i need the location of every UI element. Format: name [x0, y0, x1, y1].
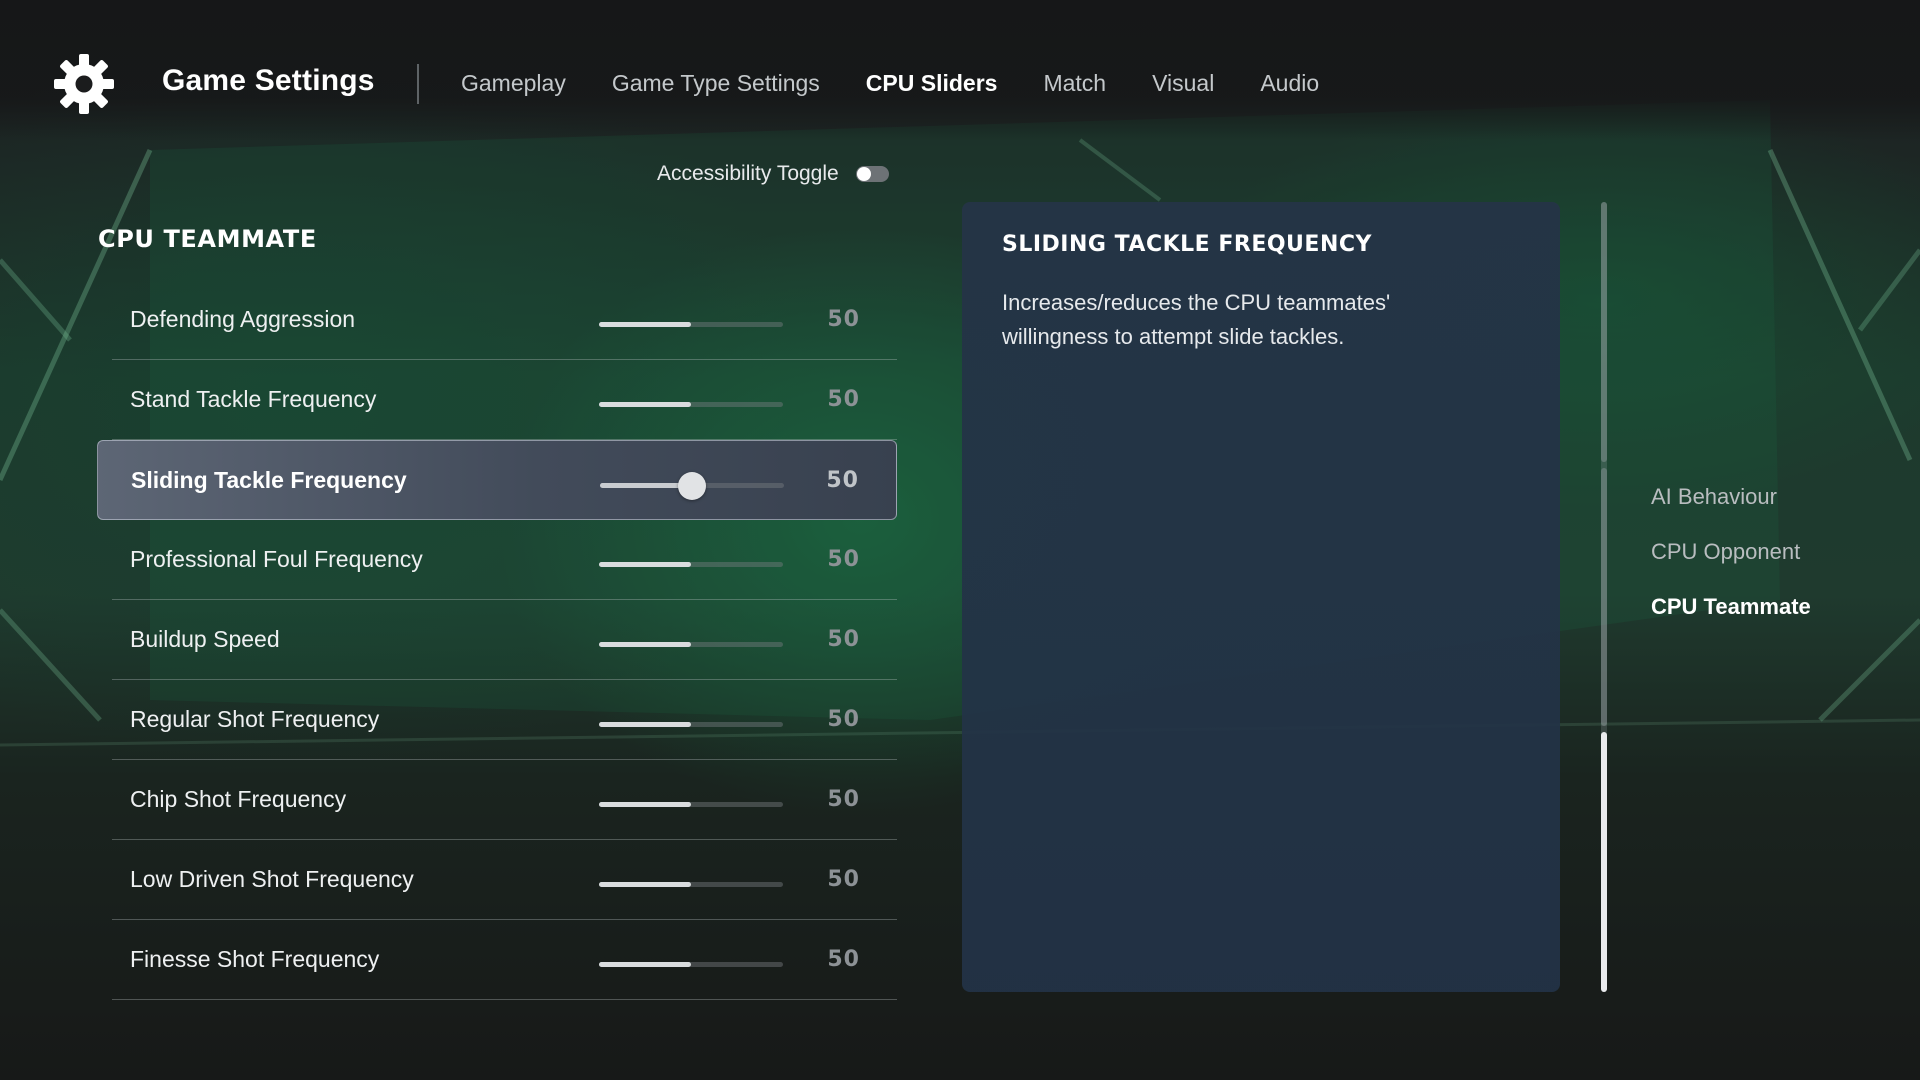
slider-row[interactable]: Professional Foul Frequency 50: [97, 520, 897, 600]
slider-label: Defending Aggression: [130, 306, 356, 332]
slider-fill: [599, 722, 691, 727]
slider-track[interactable]: [600, 472, 784, 500]
gear-icon: [54, 54, 114, 114]
slider-value: 50: [827, 307, 860, 332]
slider-label: Buildup Speed: [130, 626, 280, 652]
slider-label: Regular Shot Frequency: [130, 706, 380, 732]
slider-value: 50: [827, 707, 860, 732]
slider-track[interactable]: [599, 962, 783, 967]
slider-label: Sliding Tackle Frequency: [131, 467, 407, 493]
slider-fill: [599, 882, 691, 887]
slider-track[interactable]: [599, 882, 783, 887]
title-divider: [417, 64, 419, 104]
slider-value: 50: [826, 468, 859, 493]
game-settings-screen: Game Settings Gameplay Game Type Setting…: [0, 0, 1920, 1080]
tab-audio[interactable]: Audio: [1260, 70, 1319, 97]
slider-fill: [599, 402, 691, 407]
row-divider: [112, 999, 897, 1000]
page-title: Game Settings: [162, 64, 375, 97]
category-cpu-teammate[interactable]: CPU Teammate: [1651, 594, 1811, 649]
slider-row[interactable]: Regular Shot Frequency 50: [97, 680, 897, 760]
slider-track[interactable]: [599, 562, 783, 567]
description-panel: SLIDING TACKLE FREQUENCY Increases/reduc…: [962, 202, 1560, 992]
slider-track[interactable]: [599, 802, 783, 807]
slider-row[interactable]: Chip Shot Frequency 50: [97, 760, 897, 840]
scrollbar-thumb[interactable]: [1601, 732, 1607, 992]
slider-fill: [599, 562, 691, 567]
category-scrollbar[interactable]: [1601, 202, 1607, 992]
section-title: CPU TEAMMATE: [98, 225, 317, 253]
slider-fill: [599, 962, 691, 967]
toggle-knob: [856, 167, 871, 181]
slider-row[interactable]: Stand Tackle Frequency 50: [97, 360, 897, 440]
scrollbar-segment: [1601, 202, 1607, 462]
slider-row[interactable]: Defending Aggression 50: [97, 280, 897, 360]
category-cpu-opponent[interactable]: CPU Opponent: [1651, 539, 1811, 594]
tab-visual[interactable]: Visual: [1152, 70, 1214, 97]
slider-fill: [599, 802, 691, 807]
tab-match[interactable]: Match: [1043, 70, 1106, 97]
tab-cpu-sliders[interactable]: CPU Sliders: [866, 70, 998, 97]
slider-thumb[interactable]: [678, 472, 706, 500]
slider-value: 50: [827, 867, 860, 892]
top-tabs: Gameplay Game Type Settings CPU Sliders …: [461, 70, 1365, 97]
category-ai-behaviour[interactable]: AI Behaviour: [1651, 484, 1811, 539]
slider-value: 50: [827, 627, 860, 652]
slider-row[interactable]: Low Driven Shot Frequency 50: [97, 840, 897, 920]
slider-row[interactable]: Buildup Speed 50: [97, 600, 897, 680]
accessibility-toggle-group: Accessibility Toggle: [657, 162, 889, 186]
description-title: SLIDING TACKLE FREQUENCY: [1002, 232, 1372, 257]
accessibility-toggle-label: Accessibility Toggle: [657, 162, 839, 185]
slider-track[interactable]: [599, 642, 783, 647]
category-nav: AI Behaviour CPU Opponent CPU Teammate: [1651, 484, 1811, 649]
slider-fill: [599, 322, 691, 327]
description-body: Increases/reduces the CPU teammates' wil…: [1002, 290, 1391, 349]
scrollbar-segment: [1601, 468, 1607, 726]
tab-gameplay[interactable]: Gameplay: [461, 70, 566, 97]
accessibility-toggle[interactable]: [855, 166, 889, 182]
slider-track[interactable]: [599, 322, 783, 327]
slider-label: Chip Shot Frequency: [130, 786, 347, 812]
slider-track[interactable]: [599, 402, 783, 407]
slider-value: 50: [827, 787, 860, 812]
slider-label: Stand Tackle Frequency: [130, 386, 377, 412]
slider-label: Finesse Shot Frequency: [130, 946, 380, 972]
tab-game-type-settings[interactable]: Game Type Settings: [612, 70, 820, 97]
slider-fill: [599, 642, 691, 647]
slider-value: 50: [827, 387, 860, 412]
slider-row[interactable]: Finesse Shot Frequency 50: [97, 920, 897, 1000]
slider-label: Professional Foul Frequency: [130, 546, 423, 572]
slider-list: Defending Aggression 50 Stand Tackle Fre…: [97, 280, 897, 1000]
slider-label: Low Driven Shot Frequency: [130, 866, 414, 892]
slider-row[interactable]: Sliding Tackle Frequency 50: [97, 440, 897, 520]
slider-value: 50: [827, 947, 860, 972]
slider-track[interactable]: [599, 722, 783, 727]
slider-value: 50: [827, 547, 860, 572]
